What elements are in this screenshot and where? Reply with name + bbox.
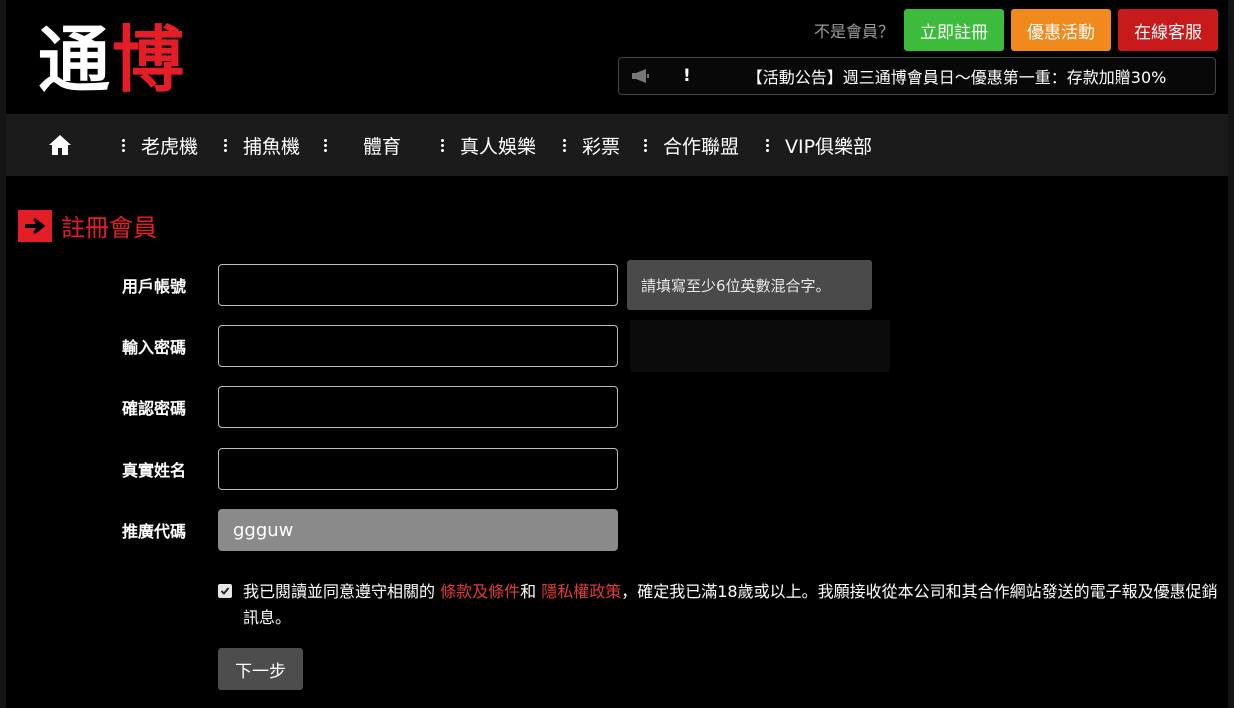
password-input[interactable]	[218, 325, 618, 367]
promo-code-input[interactable]	[218, 509, 618, 551]
nav-item-label: 老虎機	[141, 135, 199, 158]
logo-char-2: 博	[112, 18, 184, 102]
announcement-marker: !	[683, 66, 691, 86]
not-member-text: 不是會員？	[813, 22, 894, 41]
confirm-password-label: 確認密碼	[122, 399, 187, 418]
nav-separator-icon	[441, 137, 444, 154]
register-now-button[interactable]: 立即註冊	[904, 9, 1004, 51]
checkmark-icon	[220, 587, 230, 595]
form-row-confirm-password: 確認密碼	[0, 386, 1234, 428]
agreement-text-2: 和	[520, 582, 542, 601]
nav-item-live-casino[interactable]: 真人娛樂	[441, 114, 536, 176]
nav-item-fishing[interactable]: 捕魚機	[224, 114, 300, 176]
nav-item-vip[interactable]: VIP俱樂部	[766, 114, 872, 176]
nav-item-lottery[interactable]: 彩票	[563, 114, 620, 176]
promo-code-label: 推廣代碼	[122, 522, 187, 541]
nav-separator-icon	[644, 137, 647, 154]
nav-item-label: 真人娛樂	[460, 135, 537, 158]
nav-item-sports[interactable]: 體育	[324, 114, 401, 176]
password-label: 輸入密碼	[122, 338, 187, 357]
main-nav: 老虎機 捕魚機 體育 真人娛樂 彩票 合作聯盟 VIP俱樂部	[6, 114, 1228, 176]
form-row-password: 輸入密碼	[0, 325, 1234, 367]
agreement-block: 我已閱讀並同意遵守相關的 條款及條件和 隱私權政策，確定我已滿18歲或以上。我願…	[218, 579, 1223, 631]
agreement-text-1: 我已閱讀並同意遵守相關的	[243, 582, 441, 601]
nav-item-label: 體育	[363, 135, 402, 158]
real-name-input[interactable]	[218, 448, 618, 490]
live-support-button[interactable]: 在線客服	[1118, 9, 1218, 51]
promotions-button[interactable]: 優惠活動	[1011, 9, 1111, 51]
nav-separator-icon	[122, 137, 125, 154]
nav-item-label: 捕魚機	[243, 135, 301, 158]
username-label: 用戶帳號	[122, 277, 187, 296]
confirm-password-input[interactable]	[218, 386, 618, 428]
agreement-text: 我已閱讀並同意遵守相關的 條款及條件和 隱私權政策，確定我已滿18歲或以上。我願…	[243, 579, 1223, 631]
form-row-promo-code: 推廣代碼	[0, 509, 1234, 551]
privacy-link[interactable]: 隱私權政策	[541, 582, 621, 601]
username-input[interactable]	[218, 264, 618, 306]
announcement-bar: ! 【活動公告】週三通博會員日～優惠第一重：存款加贈30%	[618, 57, 1216, 95]
form-row-real-name: 真實姓名	[0, 448, 1234, 490]
form-row-username: 用戶帳號	[0, 264, 1234, 306]
nav-separator-icon	[766, 137, 769, 154]
username-hint-tooltip: 請填寫至少6位英數混合字。	[627, 260, 872, 310]
nav-item-label: VIP俱樂部	[785, 135, 873, 158]
arrow-right-icon	[18, 209, 52, 242]
header-actions: 不是會員？ 立即註冊 優惠活動 在線客服	[814, 9, 1218, 51]
logo-char-1: 通	[38, 18, 110, 102]
page-title: 註冊會員	[18, 208, 157, 243]
nav-item-slots[interactable]: 老虎機	[122, 114, 198, 176]
nav-item-affiliate[interactable]: 合作聯盟	[644, 114, 739, 176]
megaphone-icon	[631, 68, 655, 84]
page-title-text: 註冊會員	[61, 214, 157, 242]
site-logo[interactable]: 通 博	[38, 18, 184, 102]
nav-item-label: 彩票	[582, 135, 621, 158]
real-name-label: 真實姓名	[122, 461, 187, 480]
agree-checkbox[interactable]	[218, 584, 232, 598]
nav-separator-icon	[324, 137, 327, 154]
next-step-button[interactable]: 下一步	[218, 648, 303, 690]
nav-separator-icon	[224, 137, 227, 154]
nav-item-label: 合作聯盟	[663, 135, 740, 158]
announcement-text[interactable]: 【活動公告】週三通博會員日～優惠第一重：存款加贈30%	[747, 64, 1167, 88]
nav-separator-icon	[563, 137, 566, 154]
terms-link[interactable]: 條款及條件	[440, 582, 520, 601]
